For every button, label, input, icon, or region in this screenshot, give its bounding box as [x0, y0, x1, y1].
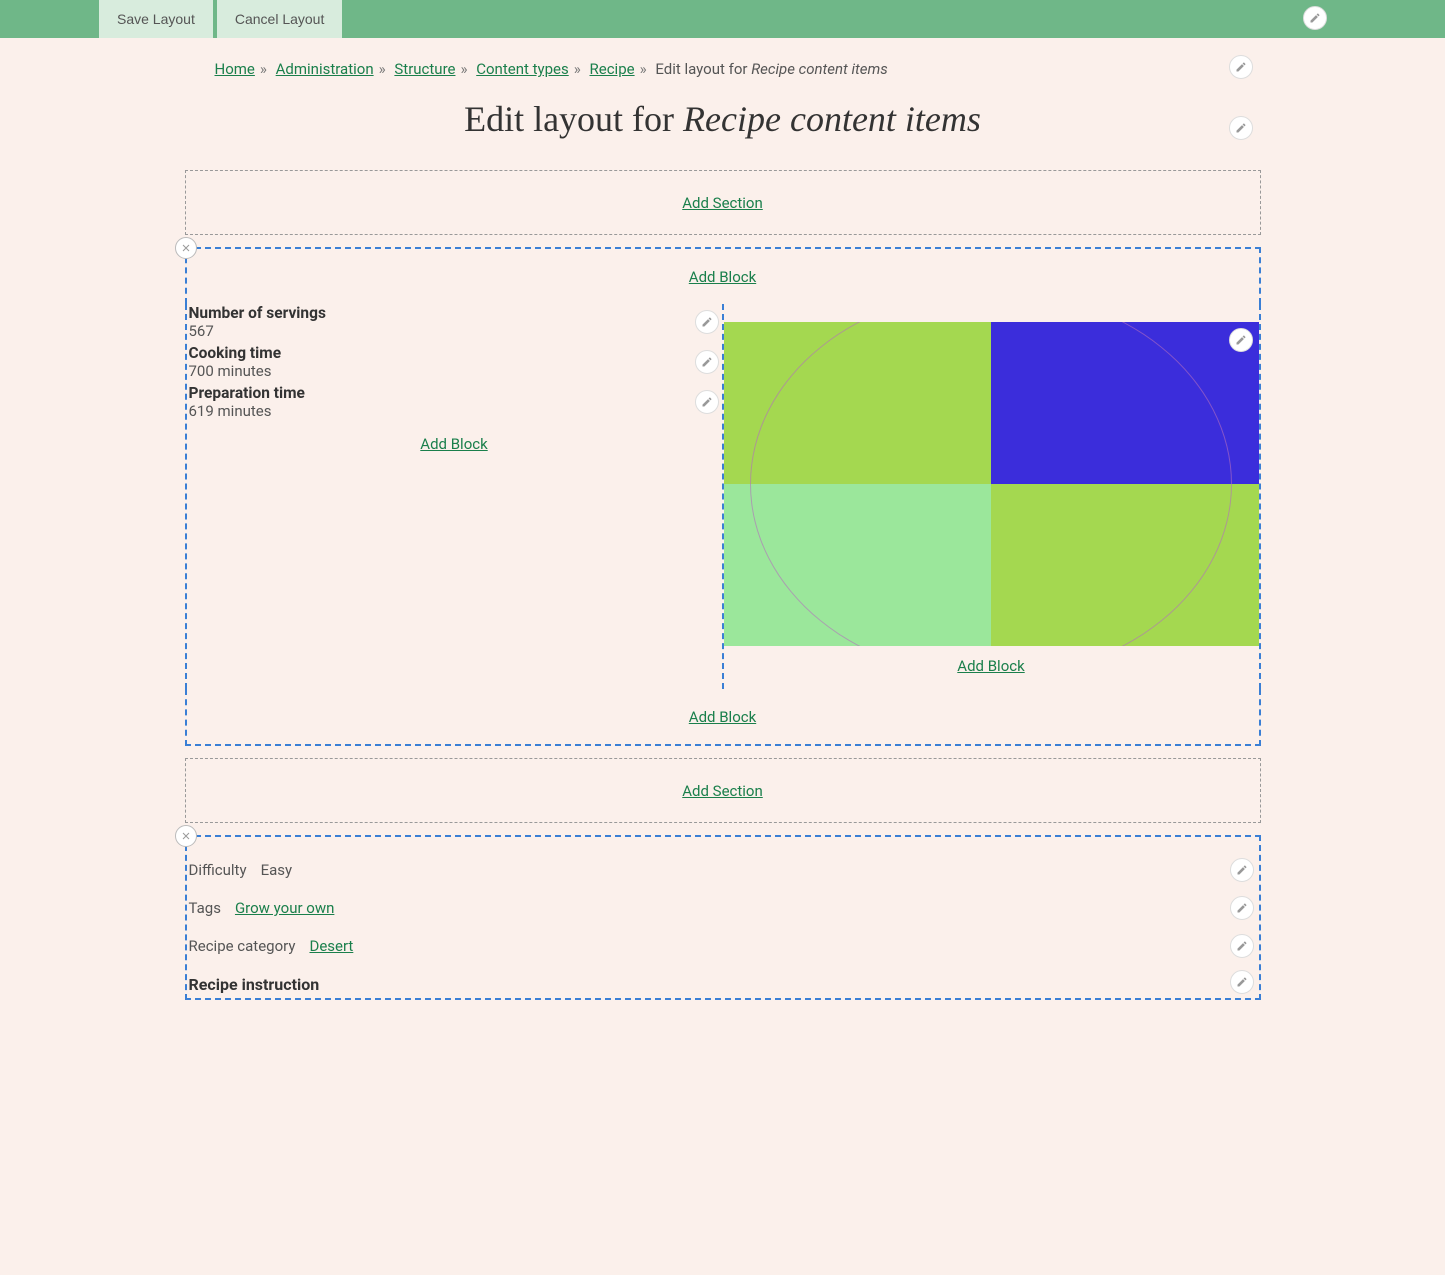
breadcrumb-row: Home» Administration» Structure» Content…: [185, 38, 1261, 86]
page-title: Edit layout for Recipe content items: [185, 98, 1261, 140]
add-block-zone-left[interactable]: Add Block: [187, 424, 722, 467]
cancel-layout-button[interactable]: Cancel Layout: [217, 0, 343, 38]
breadcrumb-current: Edit layout for Recipe content items: [655, 60, 887, 78]
field-value: 700 minutes: [189, 362, 692, 380]
add-block-zone-top[interactable]: Add Block: [185, 247, 1261, 304]
page-title-row: Edit layout for Recipe content items: [185, 86, 1261, 170]
field-label: Recipe instruction: [189, 975, 320, 994]
breadcrumb-home[interactable]: Home: [215, 60, 255, 78]
pencil-icon[interactable]: [695, 390, 719, 414]
pencil-icon[interactable]: [1303, 6, 1327, 30]
field-servings: Number of servings 567: [189, 304, 722, 340]
pencil-icon[interactable]: [1230, 896, 1254, 920]
add-block-zone-bottom[interactable]: Add Block: [185, 689, 1261, 746]
image-placeholder: [724, 322, 1259, 646]
section-column-left: Number of servings 567 Cooking time 700 …: [187, 304, 724, 689]
pencil-icon[interactable]: [1229, 328, 1253, 352]
field-difficulty: Difficulty Easy: [189, 851, 1259, 889]
pencil-icon[interactable]: [1229, 55, 1253, 79]
breadcrumb-admin[interactable]: Administration: [276, 60, 374, 78]
breadcrumb-content-types[interactable]: Content types: [476, 60, 569, 78]
section-column-right: Add Block: [724, 304, 1259, 689]
pencil-icon[interactable]: [695, 350, 719, 374]
tag-link[interactable]: Grow your own: [235, 899, 334, 917]
field-tags: Tags Grow your own: [189, 889, 1259, 927]
field-prep-time: Preparation time 619 minutes: [189, 384, 722, 420]
remove-section-button[interactable]: [175, 237, 197, 259]
add-section-zone-top[interactable]: Add Section: [185, 170, 1261, 235]
field-label: Recipe category: [189, 937, 296, 955]
add-section-link[interactable]: Add Section: [682, 194, 763, 212]
add-block-link[interactable]: Add Block: [689, 708, 756, 726]
field-label: Cooking time: [189, 344, 692, 362]
remove-section-button[interactable]: [175, 825, 197, 847]
breadcrumb-structure[interactable]: Structure: [394, 60, 455, 78]
breadcrumb: Home» Administration» Structure» Content…: [215, 60, 888, 78]
pencil-icon[interactable]: [1230, 970, 1254, 994]
add-section-zone-mid[interactable]: Add Section: [185, 758, 1261, 823]
field-label: Preparation time: [189, 384, 692, 402]
save-layout-button[interactable]: Save Layout: [99, 0, 213, 38]
field-label: Number of servings: [189, 304, 692, 322]
pencil-icon[interactable]: [1230, 934, 1254, 958]
field-recipe-instruction: Recipe instruction: [189, 965, 1259, 998]
pencil-icon[interactable]: [1229, 116, 1253, 140]
field-value: 567: [189, 322, 692, 340]
field-label: Tags: [189, 899, 221, 917]
category-link[interactable]: Desert: [309, 937, 353, 955]
field-label: Difficulty: [189, 861, 247, 879]
layout-section-1: Add Block Number of servings 567 Cooking…: [185, 247, 1261, 746]
pencil-icon[interactable]: [1230, 858, 1254, 882]
add-block-zone-right[interactable]: Add Block: [724, 646, 1259, 689]
top-toolbar: Save Layout Cancel Layout: [0, 0, 1445, 38]
add-block-link[interactable]: Add Block: [689, 268, 756, 286]
field-value: 619 minutes: [189, 402, 692, 420]
pencil-icon[interactable]: [695, 310, 719, 334]
add-block-link[interactable]: Add Block: [957, 657, 1024, 675]
field-cooking-time: Cooking time 700 minutes: [189, 344, 722, 380]
breadcrumb-recipe[interactable]: Recipe: [590, 60, 635, 78]
add-block-link[interactable]: Add Block: [420, 435, 487, 453]
layout-section-2: Difficulty Easy Tags Grow your own Recip…: [185, 835, 1261, 1000]
add-section-link[interactable]: Add Section: [682, 782, 763, 800]
field-recipe-category: Recipe category Desert: [189, 927, 1259, 965]
field-value: Easy: [261, 861, 293, 879]
